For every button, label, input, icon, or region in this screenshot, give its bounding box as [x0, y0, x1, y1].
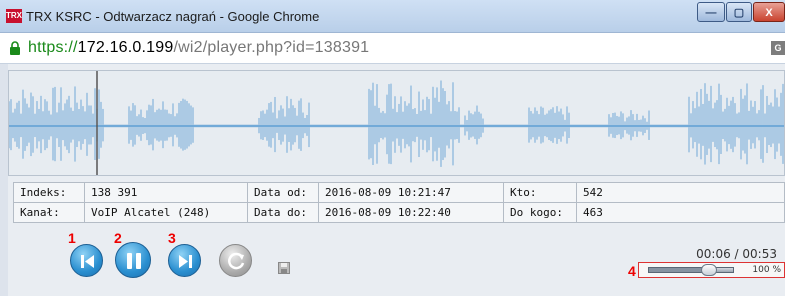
channel-value: VoIP Alcatel (248): [84, 202, 248, 223]
date-from-value: 2016-08-09 10:21:47: [318, 182, 504, 203]
annotation-4: 4: [628, 263, 636, 279]
waveform[interactable]: [8, 70, 785, 176]
minimize-icon: —: [705, 7, 717, 19]
player-controls: 1 2 3 00:06 / 00:53: [8, 226, 785, 296]
next-button[interactable]: [168, 244, 201, 277]
volume-slider-handle[interactable]: [701, 264, 717, 276]
volume-percent: 100 %: [752, 265, 781, 275]
window-title: TRX KSRC - Odtwarzacz nagrań - Google Ch…: [26, 9, 320, 24]
close-icon: X: [765, 7, 773, 19]
playback-time: 00:06 / 00:53: [696, 247, 777, 261]
volume-control[interactable]: 100 %: [638, 262, 785, 278]
previous-button[interactable]: [70, 244, 103, 277]
maximize-icon: ▢: [733, 7, 745, 19]
channel-label: Kanał:: [13, 202, 85, 223]
pause-icon: [127, 253, 141, 269]
address-bar[interactable]: https://172.16.0.199/wi2/player.php?id=1…: [0, 33, 785, 64]
translate-icon[interactable]: G: [771, 41, 785, 55]
date-from-label: Data od:: [247, 182, 319, 203]
next-icon: [179, 255, 192, 268]
title-bar: TRX TRX KSRC - Odtwarzacz nagrań - Googl…: [0, 0, 785, 33]
index-label: Indeks:: [13, 182, 85, 203]
waveform-graph[interactable]: [9, 71, 784, 175]
who-label: Kto:: [503, 182, 577, 203]
recording-info-table: Indeks: 138 391 Data od: 2016-08-09 10:2…: [13, 182, 785, 223]
date-to-value: 2016-08-09 10:22:40: [318, 202, 504, 223]
who-value: 542: [576, 182, 785, 203]
to-whom-value: 463: [576, 202, 785, 223]
index-value: 138 391: [84, 182, 248, 203]
volume-fill: [649, 268, 708, 272]
reload-button[interactable]: [219, 244, 252, 277]
pause-button[interactable]: [115, 242, 151, 278]
app-logo-icon: TRX: [6, 9, 22, 23]
previous-icon: [81, 255, 94, 268]
annotation-3: 3: [168, 230, 176, 246]
annotation-1: 1: [68, 230, 76, 246]
url-text[interactable]: https://172.16.0.199/wi2/player.php?id=1…: [28, 39, 369, 57]
reload-icon: [228, 252, 245, 270]
save-icon[interactable]: [278, 262, 290, 274]
minimize-button[interactable]: —: [697, 2, 725, 22]
to-whom-label: Do kogo:: [503, 202, 577, 223]
close-button[interactable]: X: [753, 2, 785, 22]
maximize-button[interactable]: ▢: [726, 2, 752, 22]
date-to-label: Data do:: [247, 202, 319, 223]
lock-icon: [10, 41, 20, 55]
